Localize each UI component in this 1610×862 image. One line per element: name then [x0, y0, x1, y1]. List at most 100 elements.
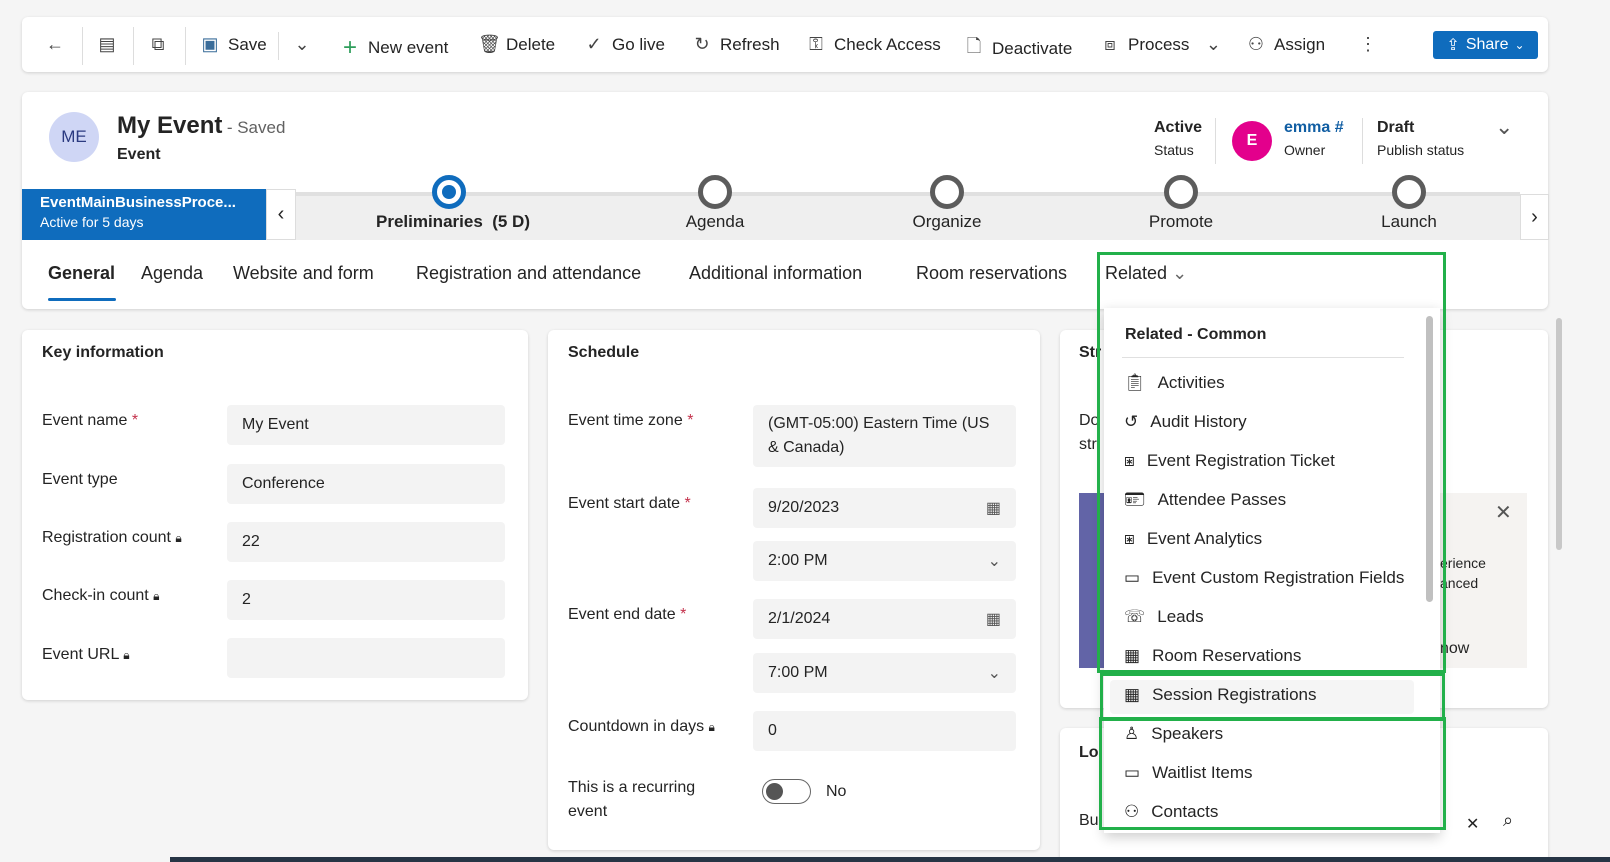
taskbar-strip: [170, 857, 1610, 862]
person-icon: ⚇: [1247, 34, 1265, 54]
lock-icon: 🔒︎: [123, 648, 130, 662]
tab-general[interactable]: General: [48, 263, 115, 284]
more-commands-button[interactable]: ⋮: [1358, 34, 1378, 55]
delete-label: Delete: [506, 34, 556, 54]
field-label: Check-in count 🔒︎: [42, 587, 160, 604]
chevron-down-icon: ⌄: [1514, 38, 1525, 52]
lock-icon: 🔒︎: [175, 531, 182, 545]
section-text: str: [1079, 436, 1097, 453]
header-expand-chevron-icon[interactable]: ⌄: [1495, 114, 1513, 140]
save-label: Save: [228, 34, 267, 54]
chevron-down-icon: ⌄: [294, 34, 310, 54]
document-icon: ▤: [98, 34, 116, 54]
process-prev-button[interactable]: ‹: [266, 189, 296, 240]
share-icon: ⇪: [1446, 37, 1460, 54]
event-type-input[interactable]: Conference: [227, 464, 505, 504]
lock-icon: 🔒︎: [153, 589, 160, 603]
tab-additional-information[interactable]: Additional information: [689, 263, 862, 284]
stage-marker[interactable]: [930, 175, 964, 209]
save-status: - Saved: [226, 118, 286, 137]
tab-registration-and-attendance[interactable]: Registration and attendance: [416, 263, 641, 284]
field-label: Event end date *: [568, 606, 687, 623]
start-date-input[interactable]: 9/20/2023 ▦: [753, 488, 1016, 528]
time-zone-input[interactable]: (GMT-05:00) Eastern Time (US & Canada): [753, 405, 1016, 467]
more-vertical-icon: ⋮: [1359, 34, 1377, 54]
share-button[interactable]: ⇪ Share ⌄: [1433, 31, 1538, 59]
stage-marker-active[interactable]: [432, 175, 466, 209]
stage-marker[interactable]: [698, 175, 732, 209]
check-access-button[interactable]: ⚿ Check Access: [806, 34, 941, 55]
highlight-frame-session-registrations: [1100, 673, 1445, 721]
field-label: Bu: [1079, 812, 1099, 829]
refresh-label: Refresh: [720, 34, 780, 54]
owner-avatar: E: [1232, 121, 1272, 161]
highlight-frame: [1099, 717, 1446, 830]
close-icon[interactable]: ✕: [1495, 500, 1512, 525]
process-name: EventMainBusinessProce...: [40, 194, 236, 211]
section-title: Lo: [1079, 744, 1099, 761]
process-button[interactable]: ⧈ Process ⌄: [1100, 34, 1223, 55]
process-next-button[interactable]: ›: [1520, 194, 1549, 240]
field-label: Registration count 🔒︎: [42, 529, 182, 546]
assign-button[interactable]: ⚇ Assign: [1246, 34, 1325, 55]
search-icon[interactable]: ⌕: [1503, 810, 1513, 831]
save-icon: ▣: [201, 34, 219, 54]
highlight-frame: [1097, 252, 1446, 673]
save-options-chevron[interactable]: ⌄: [292, 34, 312, 55]
new-event-button[interactable]: + New event: [340, 34, 448, 62]
go-live-button[interactable]: ✓ Go live: [584, 34, 664, 55]
process-flyout[interactable]: EventMainBusinessProce... Active for 5 d…: [22, 189, 266, 240]
tab-agenda[interactable]: Agenda: [141, 263, 203, 284]
trash-icon: 🗑: [478, 34, 501, 54]
record-title: My Event: [117, 112, 223, 139]
field-label: Event time zone *: [568, 412, 694, 429]
form-view-button[interactable]: ▤: [97, 34, 117, 55]
stage-marker[interactable]: [1392, 175, 1426, 209]
check-access-label: Check Access: [834, 34, 941, 54]
check-in-count-field: 2: [227, 580, 505, 620]
event-url-field: [227, 638, 505, 678]
stage-organize[interactable]: Organize: [913, 212, 982, 232]
field-label: Event URL 🔒︎: [42, 646, 130, 663]
share-label: Share: [1465, 36, 1509, 53]
back-arrow-icon: ←: [46, 34, 64, 54]
status-value: Active: [1154, 119, 1203, 136]
field-label: This is a recurring event: [568, 779, 696, 820]
page-scrollbar[interactable]: [1556, 318, 1562, 550]
deactivate-label: Deactivate: [992, 39, 1073, 58]
recurring-toggle[interactable]: [762, 779, 811, 804]
close-icon[interactable]: ✕: [1466, 814, 1479, 834]
key-icon: ⚿: [809, 34, 823, 54]
status-label: Status: [1154, 142, 1194, 158]
refresh-icon: ↻: [694, 34, 710, 54]
start-time-select[interactable]: 2:00 PM ⌄: [753, 541, 1016, 581]
divider: [185, 27, 186, 65]
stage-launch[interactable]: Launch: [1381, 212, 1437, 232]
back-button[interactable]: ←: [45, 34, 65, 55]
end-time-select[interactable]: 7:00 PM ⌄: [753, 653, 1016, 693]
stage-marker[interactable]: [1164, 175, 1198, 209]
field-label: Event name *: [42, 412, 139, 429]
open-new-window-button[interactable]: ⧉: [148, 34, 168, 55]
lock-icon: 🔒︎: [708, 720, 715, 734]
deactivate-button[interactable]: 🗋 Deactivate: [964, 34, 1073, 64]
owner-link[interactable]: emma #: [1284, 119, 1344, 137]
end-date-input[interactable]: 2/1/2024 ▦: [753, 599, 1016, 639]
stage-agenda[interactable]: Agenda: [686, 212, 745, 232]
delete-button[interactable]: 🗑 Delete: [478, 34, 555, 55]
calendar-icon[interactable]: ▦: [986, 498, 1001, 518]
calendar-icon[interactable]: ▦: [986, 609, 1001, 629]
tab-website-and-form[interactable]: Website and form: [233, 263, 374, 284]
save-button[interactable]: ▣ Save: [200, 34, 267, 55]
owner-label: Owner: [1284, 142, 1326, 158]
stage-promote[interactable]: Promote: [1149, 212, 1213, 232]
stage-preliminaries[interactable]: Preliminaries (5 D): [376, 212, 530, 232]
tab-room-reservations[interactable]: Room reservations: [916, 263, 1067, 284]
entity-name: Event: [117, 146, 161, 163]
refresh-button[interactable]: ↻ Refresh: [692, 34, 780, 55]
field-label: Countdown in days 🔒︎: [568, 718, 715, 735]
record-avatar: ME: [49, 112, 99, 162]
chevron-down-icon: ⌄: [987, 553, 1001, 570]
chevron-down-icon: ⌄: [1205, 34, 1221, 54]
event-name-input[interactable]: My Event: [227, 405, 505, 445]
